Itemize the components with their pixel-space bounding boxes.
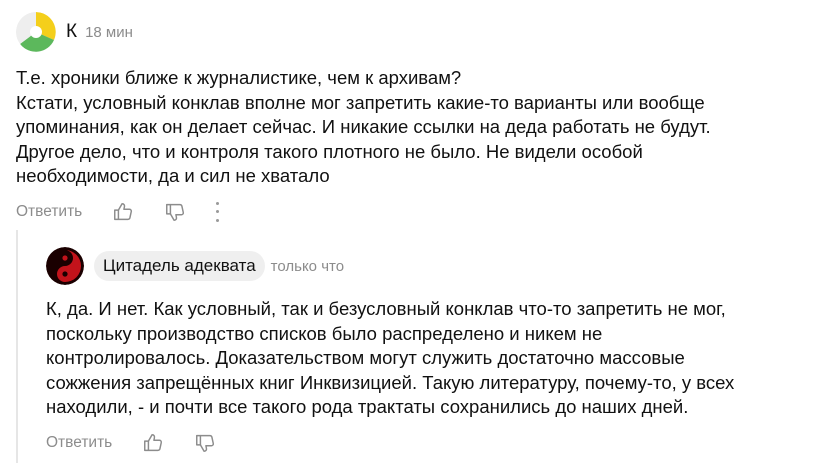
comment-line: Т.е. хроники ближе к журналистике, чем к… (16, 67, 462, 88)
comment: К 18 мин Т.е. хроники ближе к журналисти… (16, 12, 806, 227)
avatar[interactable] (46, 247, 84, 285)
comment-line: упоминания, как он делает сейчас. И ника… (16, 116, 711, 137)
comment-header: К 18 мин (16, 12, 806, 52)
reply-button[interactable]: Ответить (16, 203, 82, 221)
reply-button[interactable]: Ответить (46, 434, 112, 452)
author-name[interactable]: К (66, 21, 77, 43)
comment-time: 18 мин (85, 23, 133, 41)
comment-line: поскольку производство списков было расп… (46, 322, 603, 344)
comment-text: Т.е. хроники ближе к журналистике, чем к… (16, 66, 806, 189)
thumbs-up-icon[interactable] (112, 201, 134, 223)
comment-line: Другое дело, что и контроля такого плотн… (16, 140, 643, 162)
author-name[interactable]: Цитадель адеквата (94, 251, 265, 281)
thumbs-up-icon[interactable] (142, 432, 164, 454)
more-vertical-icon[interactable] (214, 201, 220, 222)
comment-actions: Ответить (16, 197, 806, 227)
comment-header: Цитадель адеквата только что (46, 246, 806, 286)
comment-text: К, да. И нет. Как условный, так и безусл… (46, 297, 806, 420)
thread-line (16, 230, 18, 463)
comment-line: находили, - и почти все такого рода трак… (46, 396, 689, 417)
comment-line: Кстати, условный конклав вполне мог запр… (16, 91, 705, 113)
avatar[interactable] (16, 12, 56, 52)
thumbs-down-icon[interactable] (164, 201, 186, 223)
reply-comment: Цитадель адеквата только что К, да. И не… (46, 246, 806, 458)
comment-line: контролировалось. Доказательством могут … (46, 347, 685, 368)
comment-line: К, да. И нет. Как условный, так и безусл… (46, 298, 726, 319)
comment-actions: Ответить (46, 428, 806, 458)
comment-line: сожжения запрещённых книг Инквизицией. Т… (46, 371, 735, 393)
thumbs-down-icon[interactable] (194, 432, 216, 454)
comment-line: необходимости, да и сил не хватало (16, 165, 330, 186)
comment-time: только что (270, 257, 345, 275)
